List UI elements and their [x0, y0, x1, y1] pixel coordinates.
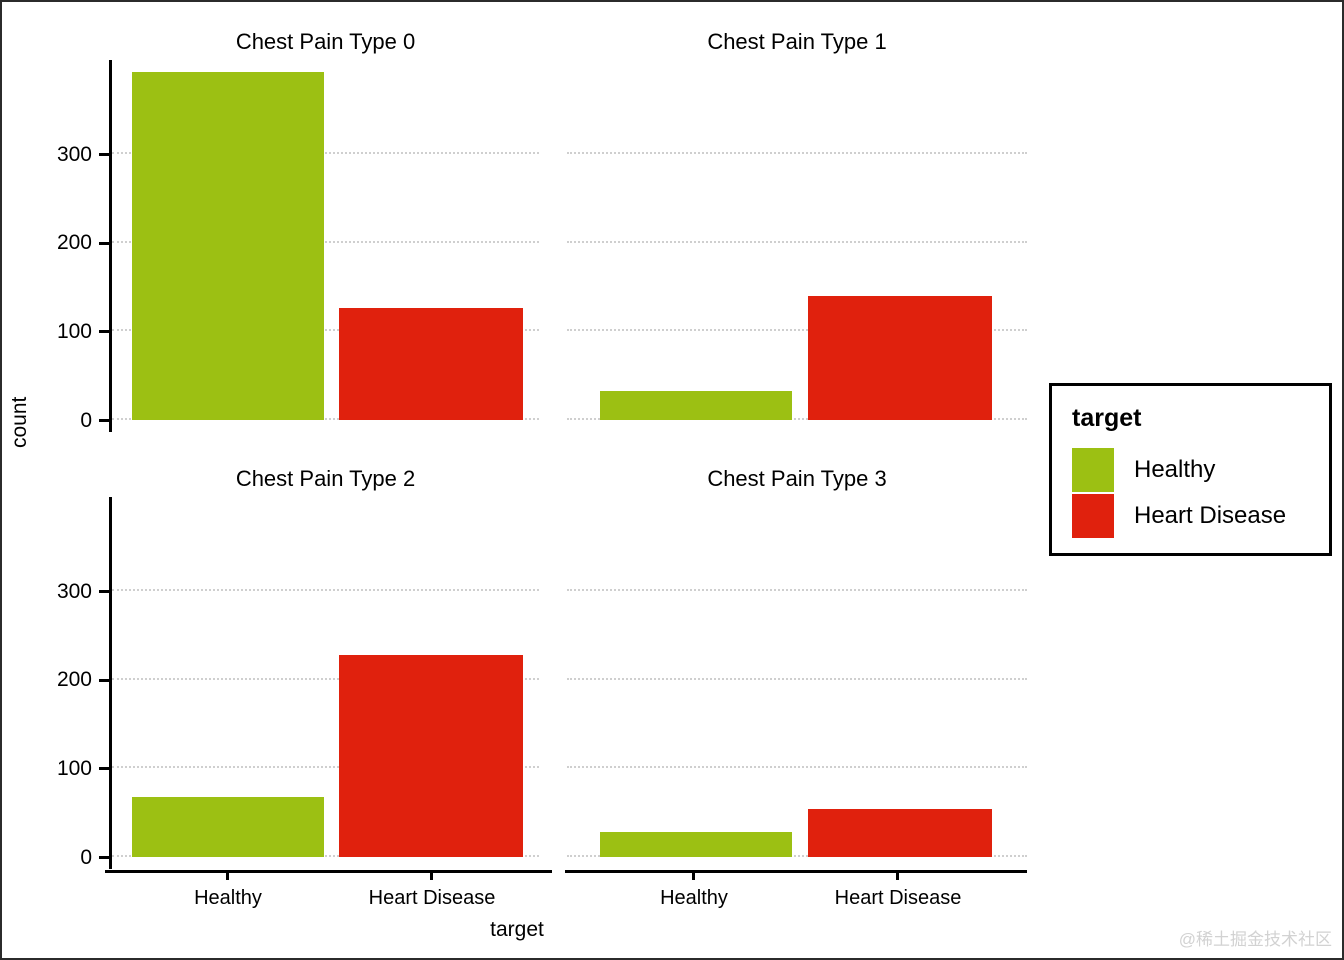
y-tick-0-row2	[99, 856, 109, 859]
panel-title: Chest Pain Type 2	[235, 466, 416, 491]
bar-healthy[interactable]	[132, 72, 324, 420]
y-tick-200	[99, 242, 109, 245]
gridline-300	[567, 589, 1027, 592]
x-tick-right-disease	[896, 870, 899, 880]
legend-label-heart-disease: Heart Disease	[1134, 502, 1287, 529]
plot-area	[567, 65, 1027, 420]
bar-heart-disease[interactable]	[808, 295, 992, 420]
y-tick-label-100-row2: 100	[56, 757, 92, 780]
x-tick-label-right-disease: Heart Disease	[834, 887, 962, 909]
y-tick-200-row2	[99, 679, 109, 682]
gridline-100	[567, 766, 1027, 769]
legend-swatch-healthy	[1072, 448, 1114, 492]
y-axis-line-row-2	[109, 497, 112, 869]
y-tick-100	[99, 330, 109, 333]
gridline-200	[567, 240, 1027, 243]
x-axis-line-left	[105, 870, 552, 873]
bar-heart-disease[interactable]	[339, 655, 523, 857]
plot-area	[112, 65, 539, 420]
panel-chest-pain-type-2: Chest Pain Type 2	[112, 466, 539, 857]
x-axis-line-right	[565, 870, 1027, 873]
panel-chest-pain-type-1: Chest Pain Type 1	[567, 29, 1027, 420]
panel-title: Chest Pain Type 0	[235, 29, 416, 54]
y-tick-label-0-row2: 0	[80, 846, 92, 869]
x-tick-left-disease	[430, 870, 433, 880]
panel-chest-pain-type-3: Chest Pain Type 3	[567, 466, 1027, 857]
y-tick-300-row2	[99, 590, 109, 593]
legend: target Healthy Heart Disease	[1049, 383, 1332, 556]
gridline-200	[567, 677, 1027, 680]
bar-heart-disease[interactable]	[339, 307, 523, 420]
y-axis-title: count	[8, 396, 31, 448]
legend-label-healthy: Healthy	[1134, 456, 1216, 483]
x-tick-left-healthy	[226, 870, 229, 880]
gridline-300	[567, 152, 1027, 155]
panel-title: Chest Pain Type 1	[707, 29, 887, 54]
bar-healthy[interactable]	[132, 797, 324, 857]
chart-figure: count Chest Pain Type 0 Chest Pain Type …	[0, 0, 1344, 960]
plot-area	[567, 502, 1027, 857]
x-tick-right-healthy	[692, 870, 695, 880]
legend-swatch-heart-disease	[1072, 494, 1114, 538]
plot-area	[112, 502, 539, 857]
legend-item-healthy[interactable]: Healthy	[1072, 448, 1215, 492]
y-tick-label-0: 0	[80, 409, 92, 432]
y-tick-label-300-row2: 300	[56, 580, 92, 603]
bar-healthy[interactable]	[600, 390, 792, 420]
gridline-300	[112, 589, 539, 592]
x-axis-title: target	[490, 918, 544, 941]
x-tick-label-left-healthy: Healthy	[194, 887, 262, 909]
y-tick-label-200-row2: 200	[56, 668, 92, 691]
y-tick-100-row2	[99, 767, 109, 770]
panel-chest-pain-type-0: Chest Pain Type 0	[112, 29, 539, 420]
y-axis-line-row-1	[109, 60, 112, 432]
y-tick-label-200: 200	[56, 231, 92, 254]
x-tick-label-left-disease: Heart Disease	[368, 887, 496, 909]
y-tick-300	[99, 153, 109, 156]
y-tick-0	[99, 419, 109, 422]
bar-healthy[interactable]	[600, 832, 792, 857]
legend-title: target	[1072, 404, 1142, 432]
legend-item-heart-disease[interactable]: Heart Disease	[1072, 494, 1286, 538]
y-tick-label-300: 300	[56, 143, 92, 166]
panel-title: Chest Pain Type 3	[707, 466, 887, 491]
y-tick-label-100: 100	[56, 320, 92, 343]
bar-heart-disease[interactable]	[808, 809, 992, 857]
watermark: @稀土掘金技术社区	[1178, 930, 1332, 949]
x-tick-label-right-healthy: Healthy	[660, 887, 728, 909]
